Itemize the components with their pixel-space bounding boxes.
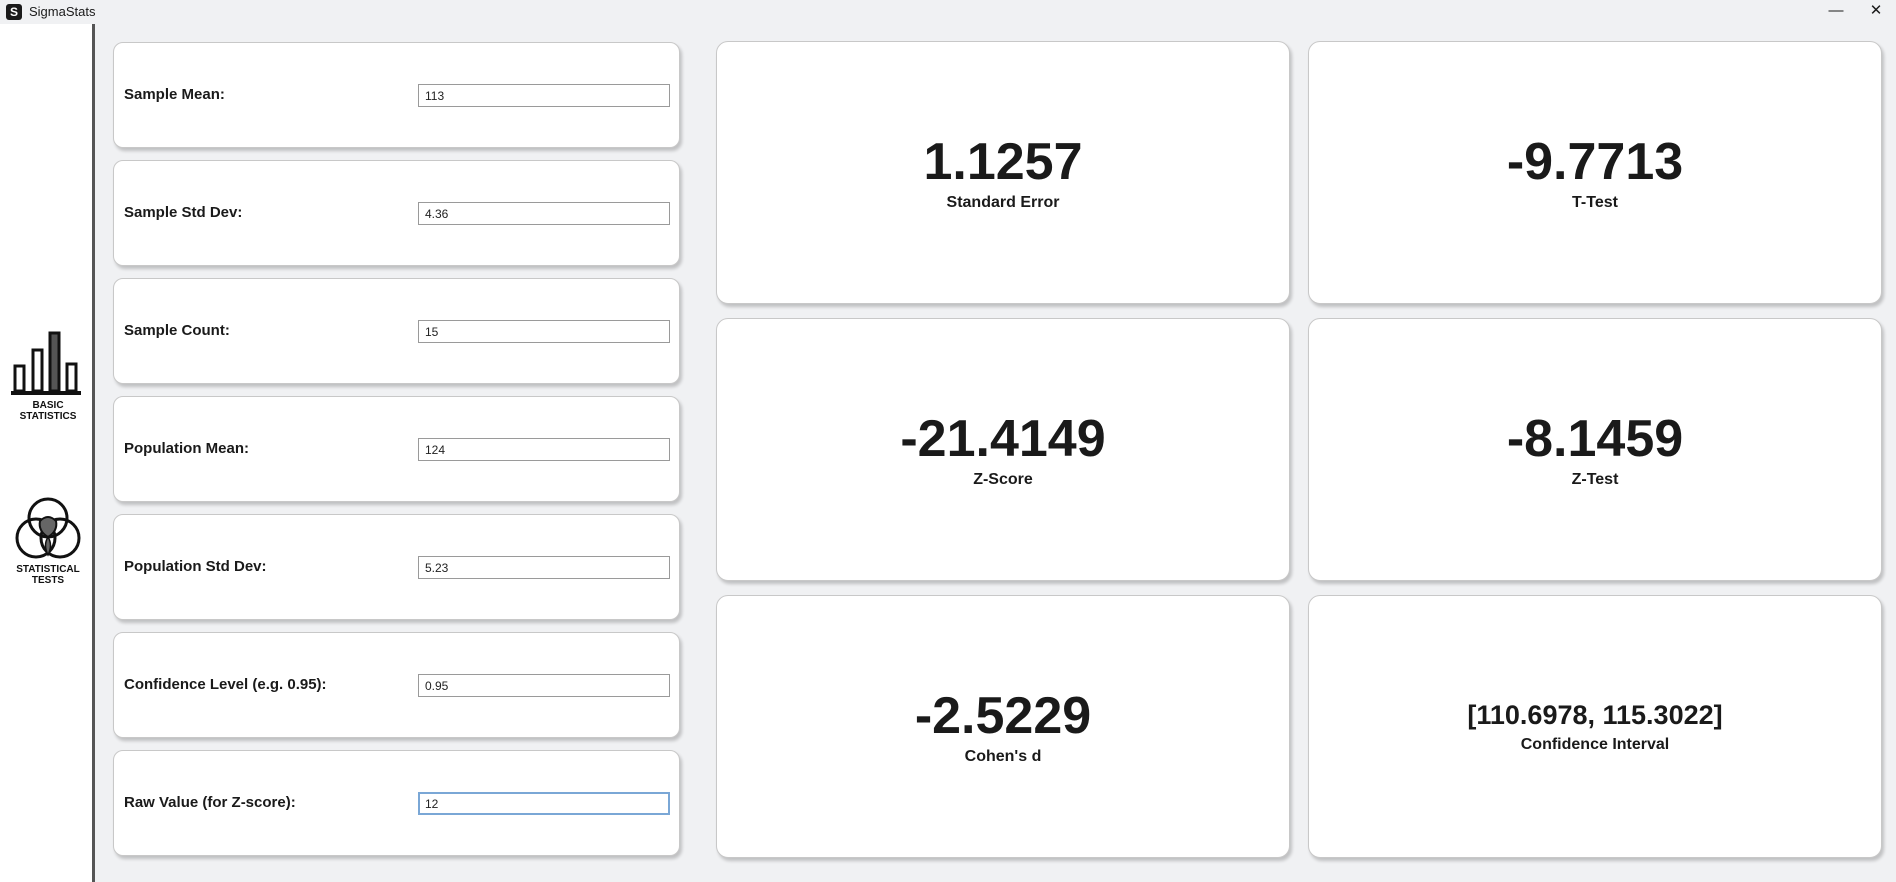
sidebar-item-label: TESTS [32,575,65,586]
t-test-label: T-Test [1572,194,1618,211]
z-score-value: -21.4149 [900,410,1106,468]
sidebar-item-label: STATISTICS [20,411,77,422]
population-std-dev-input[interactable] [418,556,670,579]
venn-diagram-icon: STATISTICAL TESTS [15,497,81,586]
z-score-card: -21.4149 Z-Score [716,318,1290,581]
confidence-interval-label: Confidence Interval [1520,736,1670,753]
population-mean-card: Population Mean: [113,396,680,502]
sidebar-item-label: BASIC [32,400,63,411]
sidebar-item-basic-statistics[interactable]: BASIC STATISTICS [6,324,90,444]
sidebar-item-label: STATISTICAL [16,564,80,575]
raw-value-card: Raw Value (for Z-score): [113,750,680,856]
cohens-d-value: -2.5229 [914,687,1092,745]
raw-value-input[interactable] [418,792,670,815]
population-std-dev-card: Population Std Dev: [113,514,680,620]
confidence-interval-card: [110.6978, 115.3022] Confidence Interval [1308,595,1882,858]
sample-std-dev-label: Sample Std Dev: [124,204,243,221]
sample-count-input[interactable] [418,320,670,343]
confidence-level-label: Confidence Level (e.g. 0.95): [124,676,327,693]
population-std-dev-label: Population Std Dev: [124,558,267,575]
z-test-card: -8.1459 Z-Test [1308,318,1882,581]
sidebar-item-statistical-tests[interactable]: STATISTICAL TESTS [6,487,90,607]
standard-error-card: 1.1257 Standard Error [716,41,1290,304]
z-score-label: Z-Score [973,471,1033,488]
title-bar: S SigmaStats — ✕ [0,0,1896,24]
sidebar: BASIC STATISTICS STATISTICAL TESTS [0,24,95,882]
confidence-level-card: Confidence Level (e.g. 0.95): [113,632,680,738]
confidence-interval-value: [110.6978, 115.3022] [1467,700,1723,730]
cohens-d-label: Cohen's d [964,748,1042,765]
raw-value-label: Raw Value (for Z-score): [124,794,296,811]
z-test-label: Z-Test [1571,471,1619,488]
sample-std-dev-input[interactable] [418,202,670,225]
sample-mean-input[interactable] [418,84,670,107]
z-test-value: -8.1459 [1506,410,1684,468]
population-mean-label: Population Mean: [124,440,249,457]
close-button[interactable]: ✕ [1854,0,1896,24]
sample-count-label: Sample Count: [124,322,230,339]
window-title: SigmaStats [29,4,96,19]
confidence-level-input[interactable] [418,674,670,697]
standard-error-value: 1.1257 [923,133,1083,191]
sample-mean-label: Sample Mean: [124,86,225,103]
sample-mean-card: Sample Mean: [113,42,680,148]
bar-chart-icon: BASIC STATISTICS [11,331,81,422]
cohens-d-card: -2.5229 Cohen's d [716,595,1290,858]
sample-count-card: Sample Count: [113,278,680,384]
population-mean-input[interactable] [418,438,670,461]
minimize-button[interactable]: — [1814,0,1858,24]
standard-error-label: Standard Error [946,194,1060,211]
t-test-card: -9.7713 T-Test [1308,41,1882,304]
t-test-value: -9.7713 [1506,133,1684,191]
app-logo-icon: S [6,4,22,20]
sample-std-dev-card: Sample Std Dev: [113,160,680,266]
